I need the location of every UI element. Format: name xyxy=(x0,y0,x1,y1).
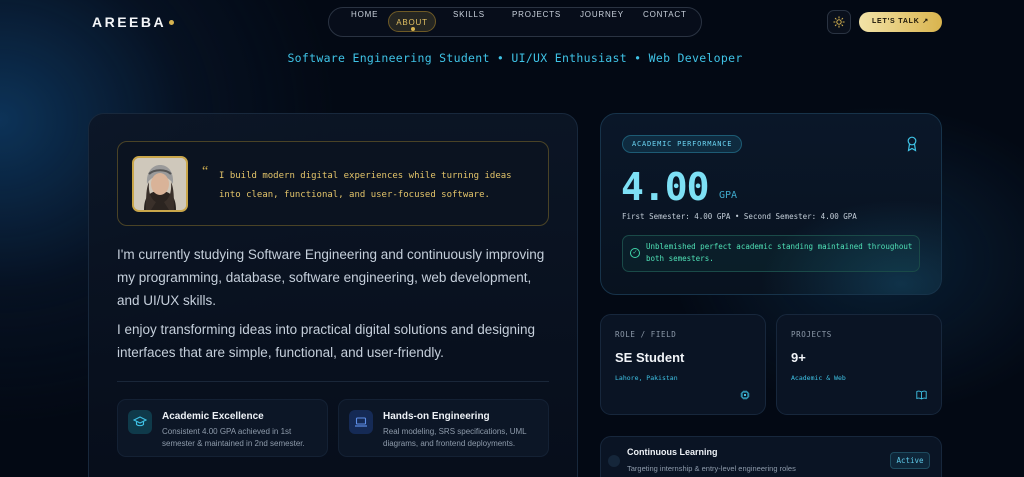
stat-card-projects: PROJECTS 9+ Academic & Web xyxy=(776,314,942,415)
nav-item-about[interactable]: ABOUT xyxy=(388,11,436,32)
graduation-cap-icon xyxy=(128,410,152,434)
feature-title: Academic Excellence xyxy=(162,411,264,422)
gpa-label: GPA xyxy=(719,190,738,201)
stat-card-role: ROLE / FIELD SE Student Lahore, Pakistan xyxy=(600,314,766,415)
nav-item-contact[interactable]: CONTACT xyxy=(643,8,687,30)
stat-sub: Academic & Web xyxy=(791,374,846,382)
nav-item-about-label: ABOUT xyxy=(396,18,428,27)
feature-card-academic: Academic Excellence Consistent 4.00 GPA … xyxy=(117,399,328,457)
feature-card-engineering: Hands-on Engineering Real modeling, SRS … xyxy=(338,399,549,457)
feature-title: Hands-on Engineering xyxy=(383,411,490,422)
learning-title: Continuous Learning xyxy=(627,447,718,457)
quote-mark-icon: “ xyxy=(202,164,209,179)
nav-item-skills[interactable]: SKILLS xyxy=(453,8,485,30)
nav-item-journey[interactable]: JOURNEY xyxy=(580,8,624,30)
lets-talk-button[interactable]: LET'S TALK ↗ xyxy=(859,12,942,32)
hero-tagline: Software Engineering Student • UI/UX Ent… xyxy=(287,51,743,65)
book-icon xyxy=(915,390,927,402)
stat-label: PROJECTS xyxy=(791,330,832,339)
avatar xyxy=(132,156,188,212)
feature-desc: Real modeling, SRS specifications, UML d… xyxy=(383,427,527,448)
award-icon xyxy=(904,136,920,154)
stat-sub: Lahore, Pakistan xyxy=(615,374,678,382)
sun-icon xyxy=(833,16,845,28)
nav-item-projects[interactable]: PROJECTS xyxy=(512,8,561,30)
theme-toggle-button[interactable] xyxy=(827,10,851,34)
chip-icon xyxy=(739,390,751,402)
learning-desc: Targeting internship & entry-level engin… xyxy=(627,464,796,473)
gpa-value: 4.00 xyxy=(621,165,710,209)
about-paragraph-1: I'm currently studying Software Engineer… xyxy=(117,247,545,308)
standing-text: Unblemished perfect academic standing ma… xyxy=(646,242,913,263)
status-dot-icon xyxy=(608,455,620,467)
academic-badge: ACADEMIC PERFORMANCE xyxy=(622,135,743,153)
logo-dot xyxy=(169,20,175,25)
feature-desc: Consistent 4.00 GPA achieved in 1st seme… xyxy=(162,427,305,448)
semester-gpa-line: First Semester: 4.00 GPA • Second Semest… xyxy=(622,212,857,221)
status-badge: Active xyxy=(890,452,930,469)
brand-logo[interactable]: AREEBA xyxy=(92,14,175,30)
nav-item-home[interactable]: HOME xyxy=(351,8,378,30)
quote-text: I build modern digital experiences while… xyxy=(219,171,512,200)
stat-label: ROLE / FIELD xyxy=(615,330,677,339)
divider xyxy=(117,381,549,382)
check-circle-icon: ✓ xyxy=(630,248,640,258)
active-indicator-dot xyxy=(411,27,415,31)
laptop-icon xyxy=(349,410,373,434)
top-navbar: AREEBA HOME ABOUT SKILLS PROJECTS JOURNE… xyxy=(0,0,1024,44)
stat-value: 9+ xyxy=(791,350,806,365)
stat-value: SE Student xyxy=(615,350,685,365)
about-paragraph-2: I enjoy transforming ideas into practica… xyxy=(117,322,535,360)
